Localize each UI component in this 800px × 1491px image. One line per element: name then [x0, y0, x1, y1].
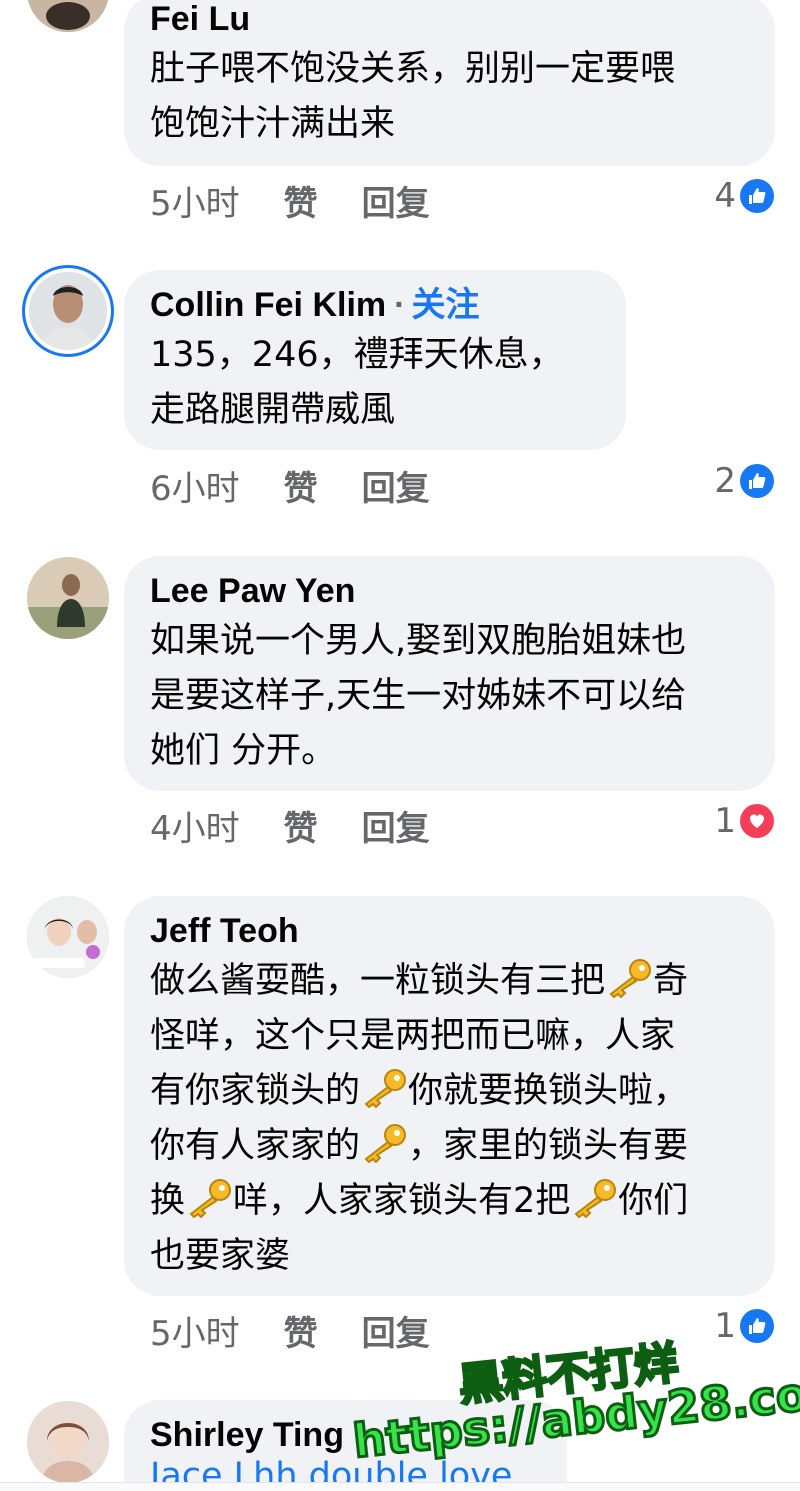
commenter-name[interactable]: Collin Fei Klim: [150, 286, 386, 324]
comment-bubble: Fei Lu 肚子喂不饱没关系，别别一定要喂 饱饱汁汁满出来: [124, 0, 775, 166]
comment-text: 做么酱耍酷，一粒锁头有三把 奇怪咩，这个只是两把而已嘛，人家 有你家锁头的 你就要换锁…: [150, 954, 749, 1284]
reaction-count: 4: [714, 176, 736, 216]
reaction-summary[interactable]: 4: [714, 176, 774, 216]
avatar-photo: [27, 557, 109, 639]
commenter-name[interactable]: Lee Paw Yen: [150, 570, 749, 612]
comment-bubble: Jeff Teoh 做么酱耍酷，一粒锁头有三把 奇怪咩，这个只是两把而已嘛，人家有…: [124, 896, 775, 1296]
avatar[interactable]: [27, 0, 109, 32]
avatar[interactable]: [27, 557, 109, 639]
reaction-count: 1: [714, 801, 736, 841]
follow-button[interactable]: 关注: [411, 286, 479, 324]
comment-time[interactable]: 5小时: [150, 1314, 240, 1354]
text-segment: 你就要换锁头啦，: [408, 1071, 689, 1111]
reply-button[interactable]: 回复: [362, 184, 430, 224]
comment-actions: 5小时 赞 回复: [150, 184, 430, 224]
like-button[interactable]: 赞: [284, 184, 318, 224]
reaction-summary[interactable]: 1: [714, 801, 774, 841]
comment-time[interactable]: 4小时: [150, 809, 240, 849]
commenter-name-row: Collin Fei Klim · 关注: [150, 284, 600, 326]
like-icon: [740, 1309, 774, 1343]
text-segment: 咩，人家家锁头有2把: [233, 1181, 571, 1221]
key-icon: [364, 1069, 407, 1108]
reply-button[interactable]: 回复: [362, 469, 430, 509]
separator-dot: ·: [394, 286, 406, 324]
text-segment: 你们: [618, 1181, 689, 1221]
avatar-photo: [27, 0, 109, 32]
avatar[interactable]: [27, 896, 109, 978]
like-icon: [740, 464, 774, 498]
reaction-summary[interactable]: 1: [714, 1306, 774, 1346]
comment-time[interactable]: 5小时: [150, 184, 240, 224]
mention-link[interactable]: Jace Lhh double love: [150, 1456, 512, 1484]
text-segment: 做么酱耍酷，一粒锁头有三把: [150, 961, 606, 1001]
bottom-bar: [0, 1482, 800, 1491]
commenter-name[interactable]: Fei Lu: [150, 0, 749, 40]
text-segment: 换: [150, 1181, 186, 1221]
key-icon: [364, 1124, 407, 1163]
text-segment: 奇: [653, 961, 689, 1001]
comment-text: 肚子喂不饱没关系，别别一定要喂 饱饱汁汁满出来: [150, 49, 676, 144]
text-segment: 也要家婆: [150, 1236, 291, 1276]
comment-actions: 5小时 赞 回复: [150, 1314, 430, 1354]
key-icon: [574, 1179, 617, 1218]
comment-text: Jace Lhh double love: [150, 1456, 541, 1484]
text-segment: ，家里的锁头有要: [408, 1126, 689, 1166]
comment-bubble: Collin Fei Klim · 关注 135，246，禮拜天休息， 走路腿開帶威…: [124, 270, 626, 450]
reply-button[interactable]: 回复: [362, 809, 430, 849]
comment-text: 如果说一个男人,娶到双胞胎姐妹也 是要这样子,天生一对姊妹不可以给 她们 分开。: [150, 621, 687, 771]
like-icon: [740, 179, 774, 213]
key-icon: [189, 1179, 232, 1218]
comment-time[interactable]: 6小时: [150, 469, 240, 509]
like-button[interactable]: 赞: [284, 809, 318, 849]
love-icon: [740, 804, 774, 838]
avatar-photo: [27, 896, 109, 978]
like-button[interactable]: 赞: [284, 469, 318, 509]
comment-actions: 4小时 赞 回复: [150, 809, 430, 849]
text-segment: 你有人家家的: [150, 1126, 361, 1166]
commenter-name[interactable]: Jeff Teoh: [150, 910, 749, 952]
reply-button[interactable]: 回复: [362, 1314, 430, 1354]
reaction-count: 1: [714, 1306, 736, 1346]
key-icon: [609, 959, 652, 998]
reaction-summary[interactable]: 2: [714, 461, 774, 501]
avatar-photo: [27, 1401, 109, 1483]
comment-actions: 6小时 赞 回复: [150, 469, 430, 509]
comment-text: 135，246，禮拜天休息， 走路腿開帶威風: [150, 335, 564, 430]
avatar-photo: [29, 272, 107, 350]
avatar[interactable]: [29, 272, 107, 350]
comment-bubble: Lee Paw Yen 如果说一个男人,娶到双胞胎姐妹也 是要这样子,天生一对姊…: [124, 556, 775, 791]
text-segment: 有你家锁头的: [150, 1071, 361, 1111]
reaction-count: 2: [714, 461, 736, 501]
like-button[interactable]: 赞: [284, 1314, 318, 1354]
avatar[interactable]: [27, 1401, 109, 1483]
text-segment: 怪咩，这个只是两把而已嘛，人家: [150, 1016, 676, 1056]
